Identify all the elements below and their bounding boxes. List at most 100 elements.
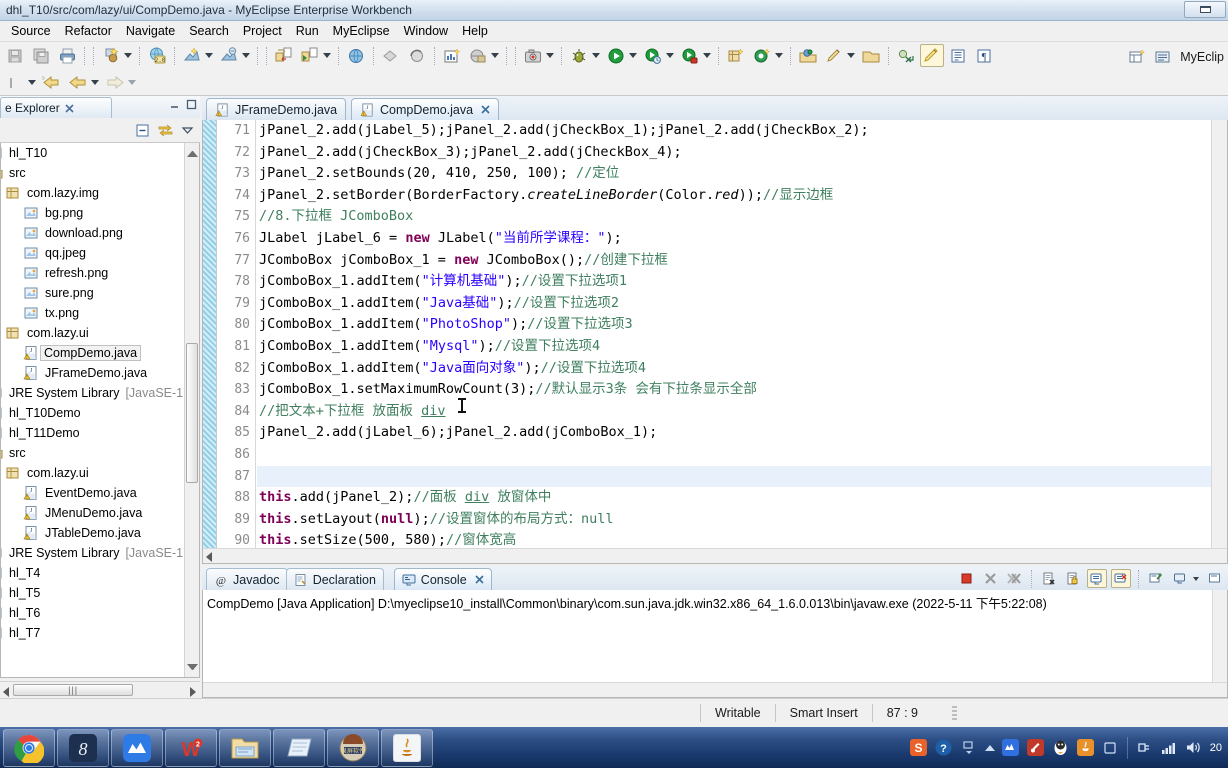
undo-button[interactable]	[3, 71, 27, 94]
show-console-on-error-button[interactable]	[1111, 569, 1131, 588]
chart-button[interactable]	[440, 44, 464, 67]
notepad-taskbar-icon[interactable]	[273, 728, 325, 767]
back-button[interactable]	[66, 71, 90, 94]
tree-item[interactable]: hl_T5	[1, 583, 186, 603]
qq-tray-icon[interactable]	[1052, 739, 1070, 757]
code-editor[interactable]: 71 72 73 74 75 76 77 78 79 80 81 82 83 84 85 86 87 88 89 90…	[202, 120, 1228, 564]
tree-item[interactable]: J! JTableDemo.java	[1, 523, 186, 543]
explorer-taskbar-icon[interactable]	[219, 728, 271, 767]
run-history-dropdown[interactable]	[666, 53, 674, 58]
tree-item[interactable]: refresh.png	[1, 263, 186, 283]
code-line[interactable]: this.add(jPanel_2);//面板 div 放窗体中	[257, 487, 1211, 509]
scroll-right-arrow[interactable]	[190, 687, 196, 697]
menu-item-run[interactable]: Run	[289, 22, 326, 40]
editor-tab-jframedemo-java[interactable]: J! JFrameDemo.java	[206, 98, 347, 120]
menu-item-navigate[interactable]: Navigate	[119, 22, 182, 40]
menu-item-help[interactable]: Help	[455, 22, 495, 40]
print-button[interactable]	[55, 44, 79, 67]
show-hidden-icons-icon[interactable]	[984, 744, 995, 751]
search-dropdown[interactable]	[847, 53, 855, 58]
minimize-icon[interactable]	[168, 98, 181, 111]
new-wizard-dropdown[interactable]	[124, 53, 132, 58]
unknown-tray-icon[interactable]	[1102, 739, 1120, 757]
code-line[interactable]: jPanel_2.setBorder(BorderFactory.createL…	[257, 185, 1211, 207]
tree-item[interactable]: hl_T10Demo	[1, 403, 186, 423]
code-line[interactable]: //8.下拉框 JComboBox	[257, 206, 1211, 228]
editor-tab-compdemo-java[interactable]: J! CompDemo.java	[351, 98, 500, 120]
search-button[interactable]	[796, 44, 820, 67]
mm-tray-icon[interactable]	[1002, 739, 1020, 757]
globe-button[interactable]	[344, 44, 368, 67]
refresh-browser-button[interactable]	[405, 44, 429, 67]
pilcrow-button[interactable]: ¶	[972, 44, 996, 67]
forward-dropdown[interactable]	[128, 80, 136, 85]
help-tray-icon[interactable]: ?	[935, 739, 953, 757]
tree-horizontal-scrollbar[interactable]: |||	[0, 681, 200, 698]
myeclipse-perspective-button[interactable]	[1151, 46, 1175, 69]
view-menu-icon[interactable]	[181, 124, 194, 137]
collapse-all-icon[interactable]	[135, 123, 150, 138]
new-java-package-button[interactable]	[724, 44, 748, 67]
display-selected-console-button[interactable]	[1170, 569, 1190, 588]
run-dropdown[interactable]	[629, 53, 637, 58]
code-line[interactable]: jPanel_2.add(jCheckBox_3);jPanel_2.add(j…	[257, 142, 1211, 164]
scroll-left-arrow[interactable]	[3, 687, 9, 697]
tree-item[interactable]: src	[1, 443, 186, 463]
link-with-editor-icon[interactable]	[157, 123, 174, 138]
close-icon[interactable]	[65, 103, 74, 113]
show-console-on-output-button[interactable]	[1087, 569, 1107, 588]
chrome-taskbar-icon[interactable]	[3, 728, 55, 767]
debug-button[interactable]	[567, 44, 591, 67]
next-annotation-button[interactable]	[894, 44, 918, 67]
screenshot-tray-icon[interactable]	[1027, 739, 1045, 757]
open-perspective-button[interactable]	[1125, 46, 1149, 69]
new-wizard-button[interactable]	[99, 44, 123, 67]
code-line[interactable]	[257, 444, 1211, 466]
h-scroll-thumb[interactable]: |||	[13, 684, 133, 696]
java-taskbar-icon[interactable]	[381, 728, 433, 767]
editor-vertical-scrollbar[interactable]	[1211, 120, 1227, 549]
maximize-icon[interactable]	[185, 98, 198, 111]
import-button[interactable]	[272, 44, 296, 67]
run-history-button[interactable]	[641, 44, 665, 67]
code-line[interactable]: JComboBox jComboBox_1 = new JComboBox();…	[257, 250, 1211, 272]
debug-dropdown[interactable]	[592, 53, 600, 58]
code-line[interactable]: jPanel_2.add(jLabel_6);jPanel_2.add(jCom…	[257, 422, 1211, 444]
tree-vertical-scrollbar[interactable]	[184, 143, 199, 677]
code-line[interactable]: jComboBox_1.addItem("计算机基础");//设置下拉选项1	[257, 271, 1211, 293]
status-resize-grip[interactable]	[951, 706, 957, 720]
menu-item-search[interactable]: Search	[182, 22, 236, 40]
tree-item[interactable]: com.lazy.ui	[1, 463, 186, 483]
export-button[interactable]	[298, 44, 322, 67]
console-tab-javadoc[interactable]: @ Javadoc	[206, 568, 288, 590]
code-line[interactable]: jPanel_2.add(jLabel_5);jPanel_2.add(jChe…	[257, 120, 1211, 142]
tree-item[interactable]: sure.png	[1, 283, 186, 303]
server-button[interactable]	[217, 44, 241, 67]
deploy-dropdown[interactable]	[205, 53, 213, 58]
tree-item[interactable]: qq.jpeg	[1, 243, 186, 263]
open-console-button[interactable]	[1205, 569, 1225, 588]
back-dropdown[interactable]	[91, 80, 99, 85]
sogou-tray-icon[interactable]: S	[910, 739, 928, 757]
code-line[interactable]: jComboBox_1.addItem("PhotoShop");//设置下拉选…	[257, 314, 1211, 336]
scroll-thumb[interactable]	[186, 343, 198, 483]
tree-item[interactable]: hl_T11Demo	[1, 423, 186, 443]
undo-dropdown[interactable]	[28, 80, 36, 85]
java-tray-icon[interactable]	[1077, 739, 1095, 757]
server-dropdown[interactable]	[242, 53, 250, 58]
search-pen-button[interactable]	[822, 44, 846, 67]
web-browser-button[interactable]	[466, 44, 490, 67]
code-line[interactable]: JLabel jLabel_6 = new JLabel("当前所学课程：");	[257, 228, 1211, 250]
menu-item-refactor[interactable]: Refactor	[58, 22, 119, 40]
annotation-ruler[interactable]	[203, 120, 217, 563]
app8-taskbar-icon[interactable]: 8	[57, 728, 109, 767]
code-line[interactable]: jComboBox_1.addItem("Mysql");//设置下拉选项4	[257, 336, 1211, 358]
clear-console-button[interactable]	[1039, 569, 1059, 588]
show-whitespace-button[interactable]	[946, 44, 970, 67]
console-tab-console[interactable]: Console	[393, 568, 492, 590]
back-history-button[interactable]	[40, 71, 64, 94]
export-dropdown[interactable]	[323, 53, 331, 58]
forward-button[interactable]	[103, 71, 127, 94]
wps-taskbar-icon[interactable]: W2	[165, 728, 217, 767]
remove-all-launches-button[interactable]	[1004, 569, 1024, 588]
